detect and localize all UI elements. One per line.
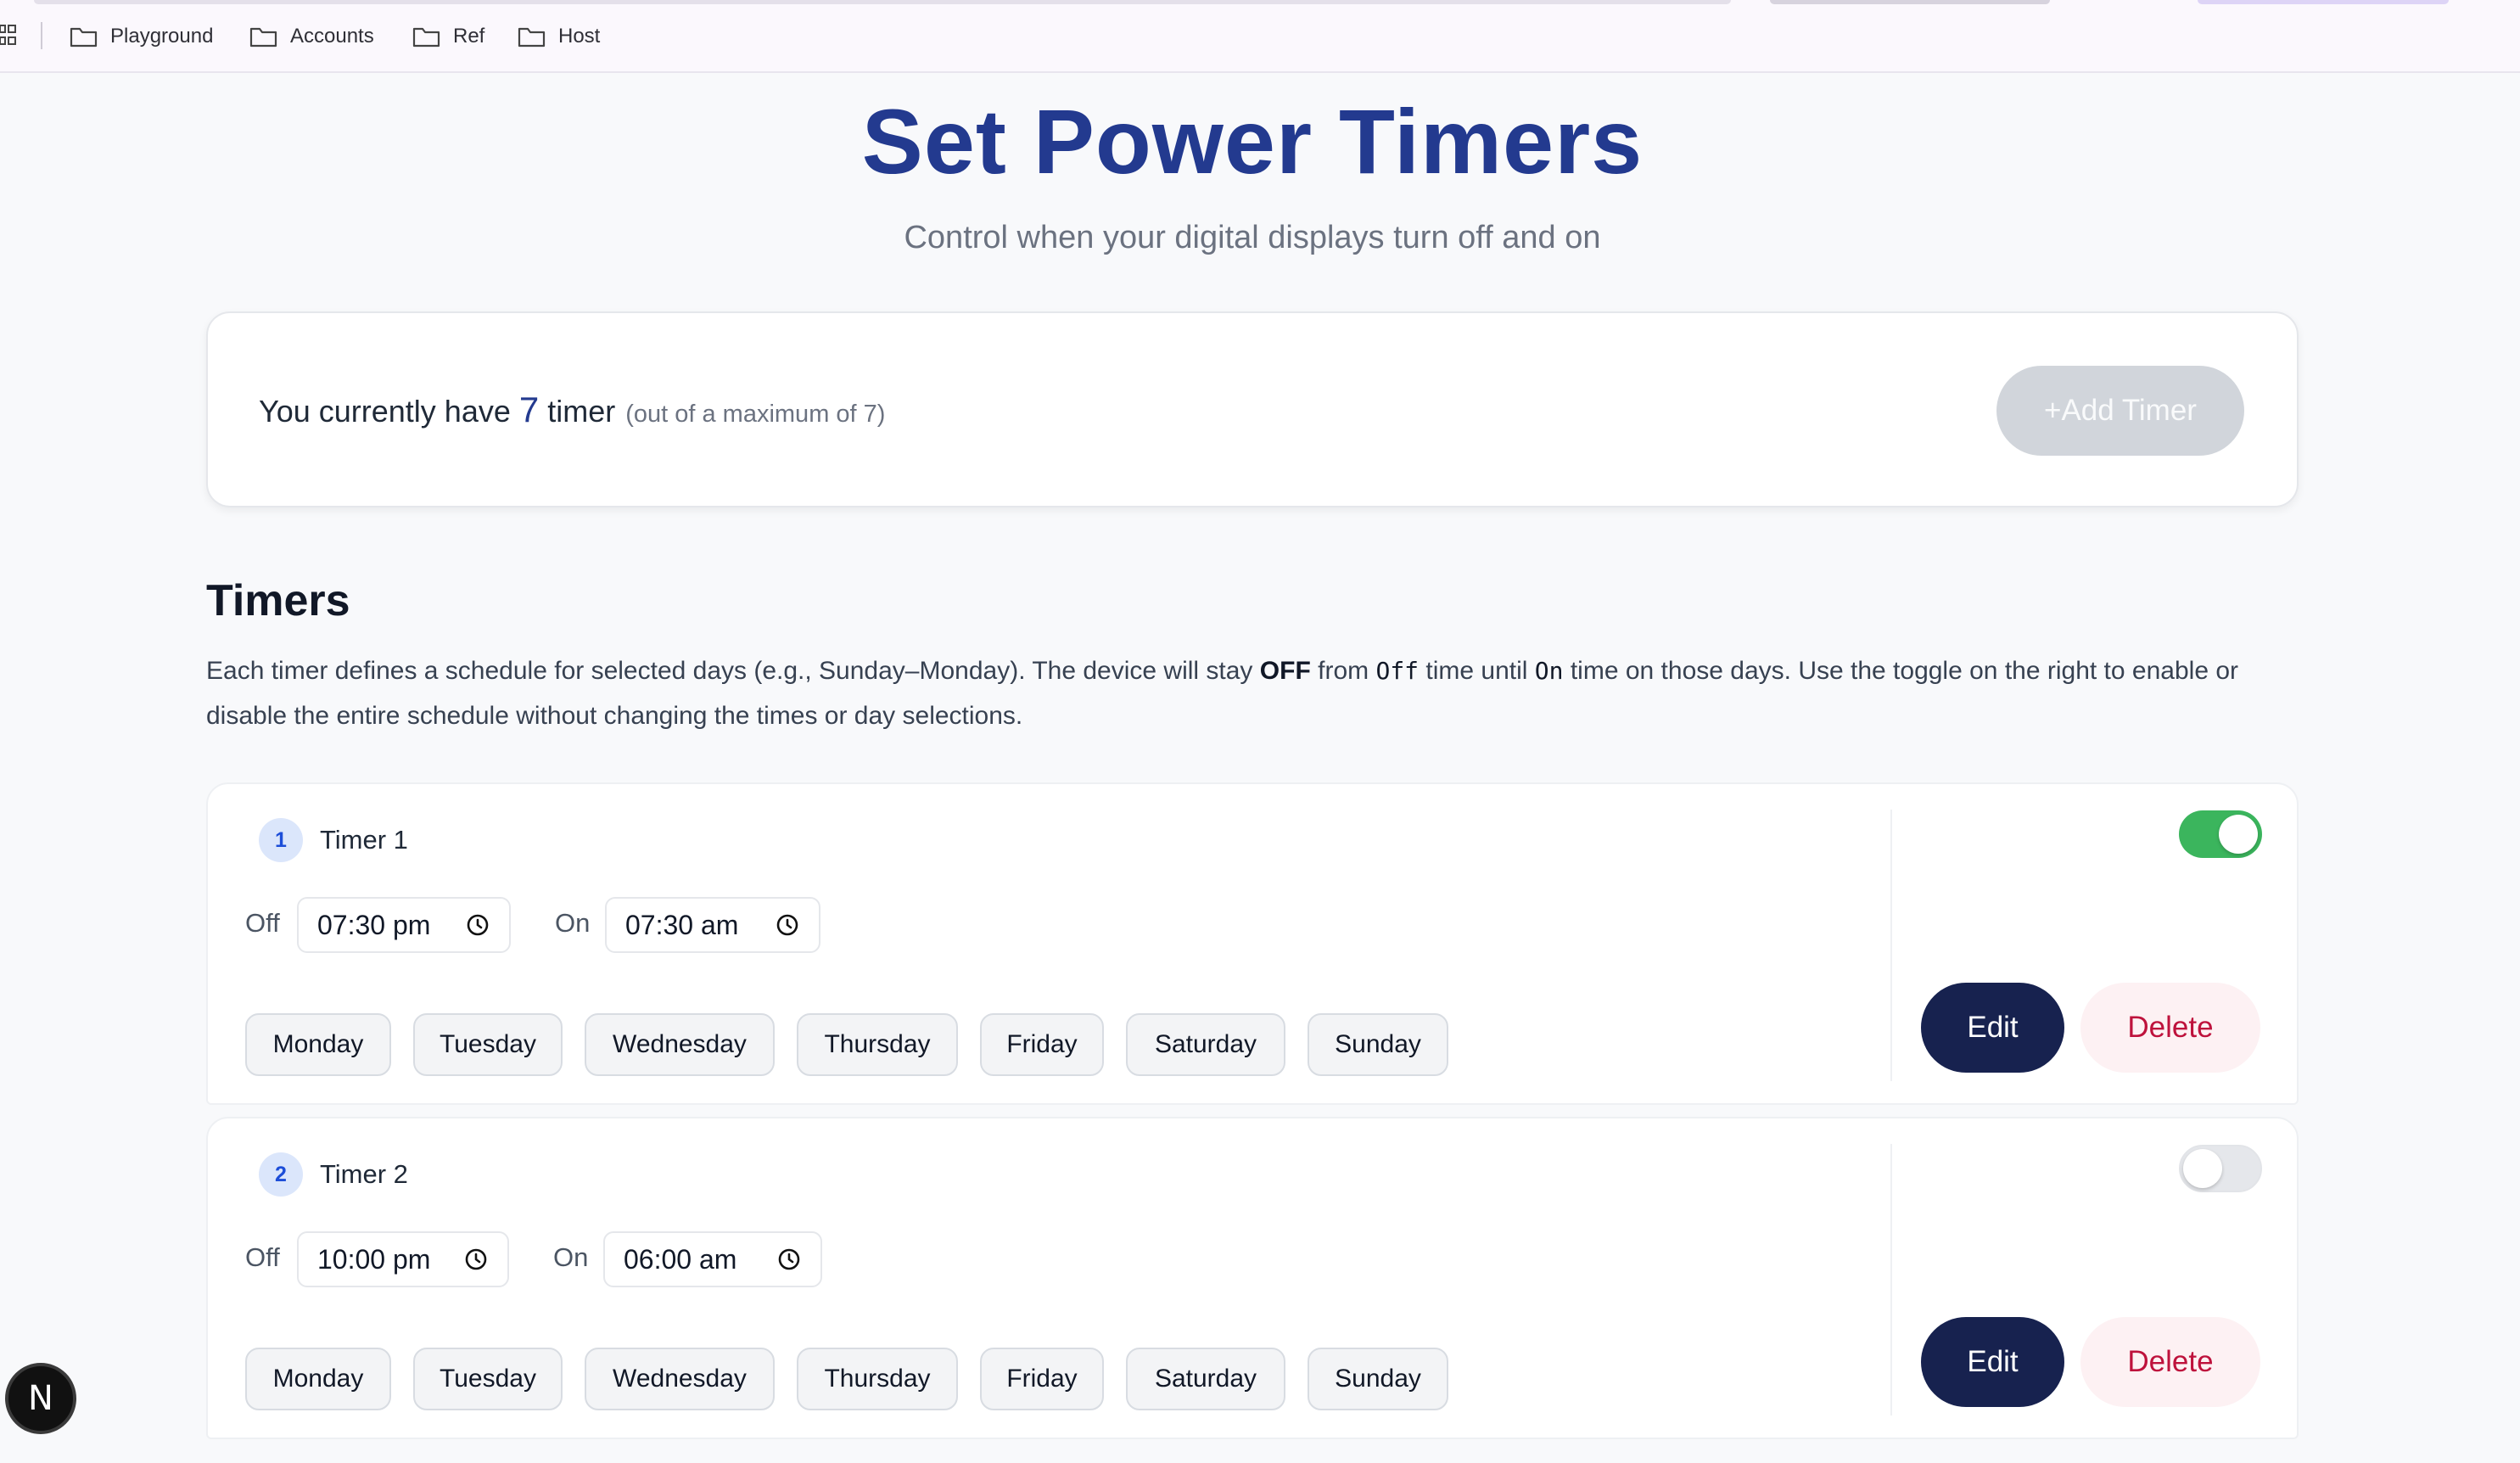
timer-number-badge: 1	[259, 818, 303, 862]
off-time-input[interactable]: 07:30 pm	[297, 897, 511, 953]
desc-part: time until	[1425, 657, 1528, 685]
off-time-value: 10:00 pm	[317, 1243, 431, 1275]
edit-timer-button[interactable]: Edit	[1921, 1317, 2064, 1407]
timer-name: Timer 1	[320, 825, 408, 855]
dev-tools-badge[interactable]: N	[5, 1363, 76, 1434]
add-timer-button[interactable]: +Add Timer	[1996, 366, 2244, 456]
bookmarks-bar: Playground Accounts Ref Host	[0, 0, 2520, 73]
summary-suffix: timer	[547, 394, 616, 429]
page-subtitle: Control when your digital displays turn …	[904, 220, 1601, 255]
timers-description: Each timer defines a schedule for select…	[206, 648, 2276, 738]
day-toggle-tuesday[interactable]: Tuesday	[413, 1013, 563, 1076]
day-toggle-thursday[interactable]: Thursday	[797, 1348, 958, 1410]
timer-number-badge: 2	[259, 1152, 303, 1197]
on-time-input[interactable]: 07:30 am	[605, 897, 820, 953]
off-time-label: Off	[245, 908, 280, 938]
off-time-label: Off	[245, 1242, 280, 1272]
address-bar-edge	[34, 0, 1731, 4]
desc-part: from	[1318, 657, 1369, 685]
timer-divider	[1890, 1144, 1892, 1415]
bookmark-label: Ref	[453, 25, 485, 48]
day-toggle-sunday[interactable]: Sunday	[1308, 1348, 1448, 1410]
bookmark-accounts[interactable]: Accounts	[249, 20, 374, 53]
folder-icon	[518, 27, 546, 48]
day-toggle-wednesday[interactable]: Wednesday	[585, 1013, 775, 1076]
day-toggle-thursday[interactable]: Thursday	[797, 1013, 958, 1076]
day-toggle-sunday[interactable]: Sunday	[1308, 1013, 1448, 1076]
desc-part: Each timer defines a schedule for select…	[206, 657, 1253, 685]
apps-grid-icon[interactable]	[0, 24, 19, 48]
toggle-knob	[2183, 1149, 2222, 1188]
clock-icon[interactable]	[465, 912, 490, 938]
day-toggle-monday[interactable]: Monday	[245, 1348, 391, 1410]
bookmarks-separator	[41, 22, 42, 49]
bookmark-label: Accounts	[290, 25, 374, 48]
off-time-value: 07:30 pm	[317, 909, 431, 940]
bookmark-ref[interactable]: Ref	[412, 20, 484, 53]
timer-limit-note: (out of a maximum of 7)	[625, 401, 886, 428]
bookmark-label: Playground	[110, 25, 214, 48]
on-time-label: On	[553, 1242, 589, 1272]
on-time-label: On	[555, 908, 591, 938]
timer-card: 2 Timer 2 Off 10:00 pm On 06:00 am Monda…	[206, 1117, 2299, 1439]
clock-icon[interactable]	[776, 1247, 802, 1272]
timer-name: Timer 2	[320, 1159, 408, 1189]
bookmark-label: Host	[558, 25, 601, 48]
toolbar-button-edge	[2198, 0, 2449, 4]
delete-timer-button[interactable]: Delete	[2080, 983, 2260, 1073]
toggle-knob	[2219, 815, 2258, 854]
clock-icon[interactable]	[775, 912, 800, 938]
timer-enable-toggle[interactable]	[2179, 810, 2262, 858]
timers-heading: Timers	[206, 576, 350, 625]
on-time-value: 06:00 am	[624, 1243, 737, 1275]
day-toggle-saturday[interactable]: Saturday	[1126, 1348, 1285, 1410]
timer-count: 7	[518, 390, 540, 429]
on-time-value: 07:30 am	[625, 909, 739, 940]
day-toggle-monday[interactable]: Monday	[245, 1013, 391, 1076]
bookmark-host[interactable]: Host	[518, 20, 600, 53]
toolbar-button-edge	[1770, 0, 2050, 4]
day-toggle-saturday[interactable]: Saturday	[1126, 1013, 1285, 1076]
edit-timer-button[interactable]: Edit	[1921, 983, 2064, 1073]
page-title: Set Power Timers	[861, 90, 1644, 193]
timer-divider	[1890, 810, 1892, 1081]
on-time-input[interactable]: 06:00 am	[603, 1231, 822, 1287]
off-time-input[interactable]: 10:00 pm	[297, 1231, 509, 1287]
day-toggle-friday[interactable]: Friday	[980, 1013, 1104, 1076]
day-toggle-friday[interactable]: Friday	[980, 1348, 1104, 1410]
desc-off-bold: OFF	[1259, 657, 1311, 685]
delete-timer-button[interactable]: Delete	[2080, 1317, 2260, 1407]
desc-code-on: On	[1534, 657, 1564, 685]
folder-icon	[249, 27, 277, 48]
bookmark-playground[interactable]: Playground	[70, 20, 213, 53]
timer-enable-toggle[interactable]	[2179, 1145, 2262, 1192]
summary-prefix: You currently have	[259, 394, 511, 429]
folder-icon	[412, 27, 440, 48]
day-toggle-tuesday[interactable]: Tuesday	[413, 1348, 563, 1410]
day-toggle-wednesday[interactable]: Wednesday	[585, 1348, 775, 1410]
timer-count-text: You currently have 7 timer (out of a max…	[259, 390, 885, 430]
clock-icon[interactable]	[463, 1247, 489, 1272]
timer-summary-card: You currently have 7 timer (out of a max…	[206, 311, 2299, 507]
timer-card: 1 Timer 1 Off 07:30 pm On 07:30 am Monda…	[206, 782, 2299, 1105]
folder-icon	[70, 27, 98, 48]
desc-code-off: Off	[1375, 657, 1420, 685]
